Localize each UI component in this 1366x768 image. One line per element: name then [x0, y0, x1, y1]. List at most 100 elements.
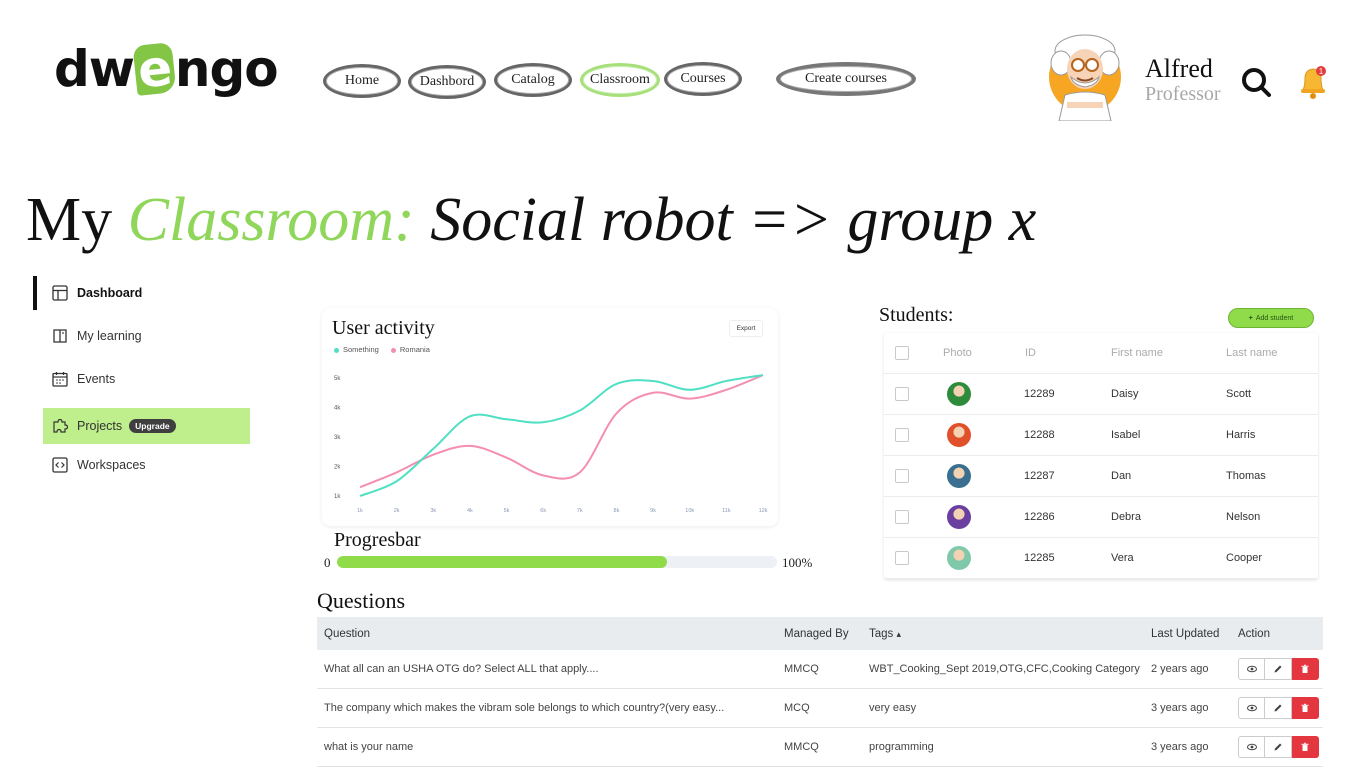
edit-button[interactable]: [1265, 658, 1292, 680]
legend-label: Romania: [399, 345, 430, 354]
add-student-button[interactable]: + Add student: [1228, 308, 1314, 328]
create-courses-button[interactable]: Create courses: [776, 62, 916, 96]
question-text[interactable]: The company which makes the vibram sole …: [324, 702, 724, 714]
delete-button[interactable]: [1292, 658, 1319, 680]
sidebar-item-my-learning[interactable]: My learning: [43, 318, 250, 354]
user-activity-title: User activity: [332, 317, 435, 339]
nav-dashboard-button[interactable]: Dashbord: [408, 65, 486, 99]
delete-button[interactable]: [1292, 736, 1319, 758]
col-first-name[interactable]: First name: [1111, 347, 1163, 359]
sidebar-active-indicator: [33, 276, 37, 310]
view-button[interactable]: [1238, 736, 1265, 758]
edit-icon: [1274, 704, 1282, 712]
student-photo-avatar: [947, 423, 971, 447]
students-title: Students:: [879, 304, 954, 326]
student-checkbox[interactable]: [895, 551, 909, 565]
col-last-updated[interactable]: Last Updated: [1151, 628, 1219, 640]
delete-button[interactable]: [1292, 697, 1319, 719]
progress-bar: [337, 556, 777, 568]
upgrade-badge[interactable]: Upgrade: [129, 419, 176, 433]
nav-classroom-button[interactable]: Classroom: [580, 63, 660, 97]
col-tags-label: Tags: [869, 627, 894, 640]
logo-e-mark: e: [132, 38, 177, 100]
col-last-name[interactable]: Last name: [1226, 347, 1277, 359]
user-activity-chart: 5k 4k 3k 2k 1k 1k 2k 3k 4k 5k 6k 7k 8k 9k 10k 11k 12k: [334, 374, 768, 514]
student-row[interactable]: 12285 Vera Cooper: [884, 538, 1318, 579]
user-role: Professor: [1145, 83, 1221, 105]
progress-max-label: 100%: [782, 555, 813, 570]
professor-avatar[interactable]: [1047, 23, 1123, 121]
trash-icon: [1301, 664, 1309, 673]
sidebar-item-dashboard[interactable]: Dashboard: [43, 275, 250, 311]
logo-text-start: dw: [54, 40, 135, 98]
student-row[interactable]: 12288 Isabel Harris: [884, 415, 1318, 456]
questions-title: Questions: [317, 588, 405, 613]
student-last-name: Nelson: [1226, 511, 1261, 523]
student-row[interactable]: 12289 Daisy Scott: [884, 374, 1318, 415]
edit-button[interactable]: [1265, 736, 1292, 758]
sidebar-item-label: Projects: [77, 419, 123, 433]
sidebar-item-label: Workspaces: [77, 458, 146, 472]
student-row[interactable]: 12286 Debra Nelson: [884, 497, 1318, 538]
nav-courses-button[interactable]: Courses: [664, 62, 742, 96]
view-icon: [1246, 743, 1257, 751]
book-icon: [53, 329, 67, 343]
sidebar-item-workspaces[interactable]: Workspaces: [43, 447, 250, 483]
view-button[interactable]: [1238, 697, 1265, 719]
student-id: 12289: [1024, 388, 1055, 400]
x-tick-label: 3k: [430, 508, 436, 514]
nav-catalog-button[interactable]: Catalog: [494, 63, 572, 97]
question-actions: [1238, 658, 1319, 680]
sort-up-icon: ▴: [896, 628, 902, 639]
student-last-name: Scott: [1226, 388, 1252, 400]
page-title: My Classroom: Social robot => group x: [26, 186, 1036, 254]
page-title-classroom: Classroom:: [127, 186, 415, 254]
page-title-prefix: My: [26, 186, 113, 254]
bell-icon[interactable]: 1: [1295, 62, 1331, 100]
sidebar-item-events[interactable]: Events: [43, 361, 250, 397]
page-title-group: Social robot => group x: [430, 186, 1037, 254]
col-managed-by[interactable]: Managed By: [784, 628, 849, 640]
x-tick-label: 2k: [394, 508, 400, 514]
series-line-romania: [359, 374, 764, 489]
question-text[interactable]: What all can an USHA OTG do? Select ALL …: [324, 663, 599, 675]
sidebar-item-projects[interactable]: Projects Upgrade: [43, 408, 250, 444]
question-row[interactable]: The company which makes the vibram sole …: [317, 689, 1323, 728]
question-tags: programming: [869, 741, 934, 753]
col-tags[interactable]: Tags ▴: [869, 628, 901, 640]
col-question[interactable]: Question: [324, 628, 370, 640]
student-row[interactable]: 12287 Dan Thomas: [884, 456, 1318, 497]
legend-label: Something: [343, 345, 379, 354]
question-managed-by: MMCQ: [784, 663, 819, 675]
student-id: 12285: [1024, 552, 1055, 564]
col-photo: Photo: [943, 347, 972, 359]
edit-icon: [1274, 743, 1282, 751]
question-text[interactable]: what is your name: [324, 741, 413, 753]
legend-item-romania[interactable]: Romania: [390, 345, 430, 354]
progress-fill: [337, 556, 667, 568]
student-checkbox[interactable]: [895, 387, 909, 401]
select-all-checkbox[interactable]: [895, 346, 909, 360]
view-icon: [1246, 704, 1257, 712]
student-first-name: Debra: [1111, 511, 1141, 523]
dwengo-logo[interactable]: dwengo: [54, 38, 279, 100]
export-button[interactable]: Export: [729, 320, 763, 337]
student-last-name: Cooper: [1226, 552, 1263, 564]
student-checkbox[interactable]: [895, 428, 909, 442]
question-managed-by: MCQ: [784, 702, 810, 714]
student-first-name: Vera: [1111, 552, 1134, 564]
search-icon[interactable]: [1240, 66, 1272, 98]
legend-item-something[interactable]: Something: [334, 345, 379, 354]
edit-button[interactable]: [1265, 697, 1292, 719]
student-checkbox[interactable]: [895, 469, 909, 483]
notification-count: 1: [1319, 67, 1324, 76]
legend-swatch: [334, 347, 339, 353]
question-row[interactable]: what is your name MMCQ programming 3 years …: [317, 728, 1323, 767]
nav-home-button[interactable]: Home: [323, 64, 401, 98]
plus-icon: +: [1248, 314, 1253, 322]
student-checkbox[interactable]: [895, 510, 909, 524]
question-last-updated: 2 years ago: [1151, 663, 1209, 675]
students-header-row: Photo ID First name Last name: [884, 333, 1318, 374]
view-button[interactable]: [1238, 658, 1265, 680]
question-row[interactable]: What all can an USHA OTG do? Select ALL …: [317, 650, 1323, 689]
